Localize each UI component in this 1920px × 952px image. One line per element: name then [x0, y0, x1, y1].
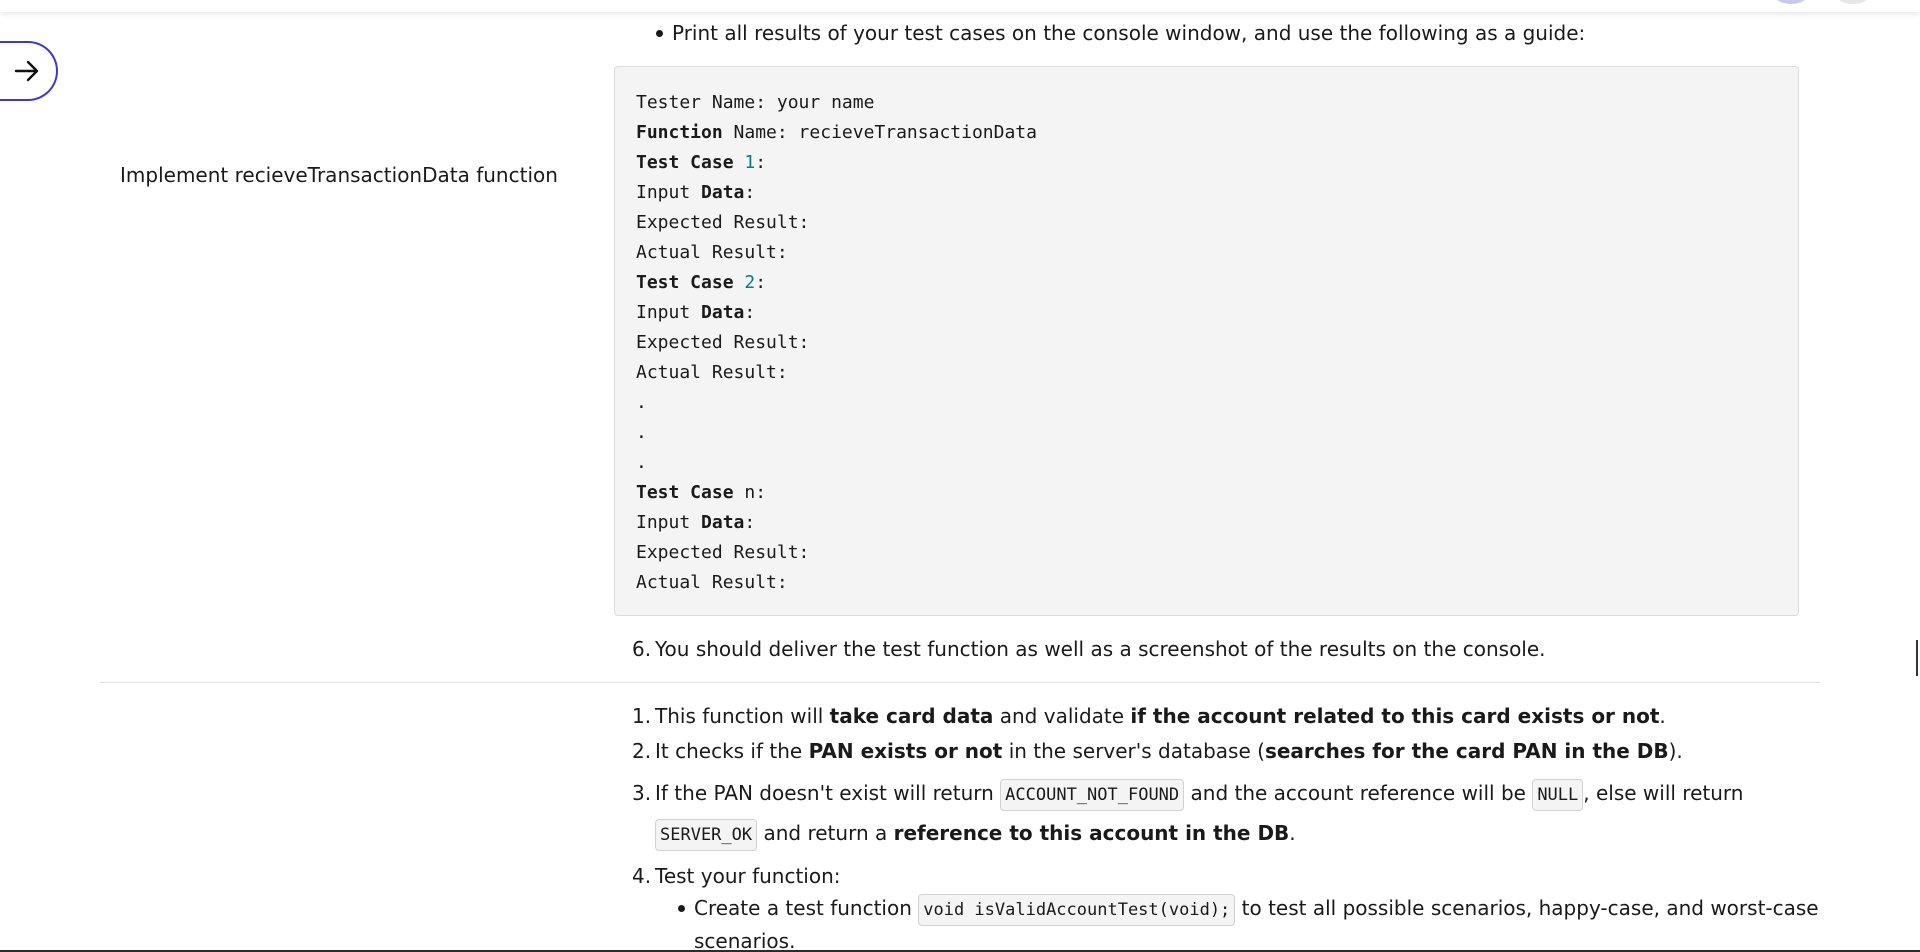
code-line: Input Data: — [636, 512, 756, 533]
code-line: Tester Name: your name — [636, 92, 875, 113]
code-block: Tester Name: your name Function Name: re… — [614, 66, 1799, 616]
list-item-4: 4. Test your function: — [632, 864, 841, 888]
list-item-6: 6. You should deliver the test function a… — [632, 637, 1546, 661]
code-line: Actual Result: — [636, 242, 788, 263]
document-viewport: Print all results of your test cases on … — [0, 0, 1920, 952]
code-line: Expected Result: — [636, 332, 810, 353]
inline-code: ACCOUNT_NOT_FOUND — [1000, 779, 1185, 811]
code-line: Test Case n: — [636, 482, 767, 503]
inline-code: void isValidAccountTest(void); — [918, 894, 1236, 926]
code-line: . — [636, 392, 647, 413]
section-divider — [100, 682, 1820, 683]
code-line: Actual Result: — [636, 362, 788, 383]
code-line: Input Data: — [636, 302, 756, 323]
code-line: . — [636, 422, 647, 443]
list-item-2: 2. It checks if the PAN exists or not in … — [632, 739, 1683, 763]
code-line: Input Data: — [636, 182, 756, 203]
task-label: Implement recieveTransactionData functio… — [120, 163, 558, 187]
scrollbar-thumb[interactable] — [1916, 640, 1918, 676]
code-line: Function Name: recieveTransactionData — [636, 122, 1037, 143]
list-item-3: 3. If the PAN doesn't exist will return A… — [632, 778, 1743, 811]
list-item-3-continued: SERVER_OK and return a reference to this… — [655, 818, 1296, 851]
arrow-right-icon — [14, 60, 39, 82]
sidebar-toggle-button[interactable] — [0, 41, 58, 101]
inline-code: SERVER_OK — [655, 819, 758, 851]
code-line: . — [636, 452, 647, 473]
code-line: Test Case 2: — [636, 272, 767, 293]
top-toolbar-edge — [0, 0, 1920, 12]
inline-code: NULL — [1532, 779, 1584, 811]
code-line: Actual Result: — [636, 572, 788, 593]
code-line: Test Case 1: — [636, 152, 767, 173]
print-results-bullet: Print all results of your test cases on … — [655, 18, 1585, 48]
code-line: Expected Result: — [636, 212, 810, 233]
code-line: Expected Result: — [636, 542, 810, 563]
test-function-bullet: Create a test function void isValidAccou… — [678, 892, 1819, 926]
test-function-bullet-continued: scenarios. — [694, 929, 796, 952]
list-item-1: 1. This function will take card data and … — [632, 704, 1666, 728]
